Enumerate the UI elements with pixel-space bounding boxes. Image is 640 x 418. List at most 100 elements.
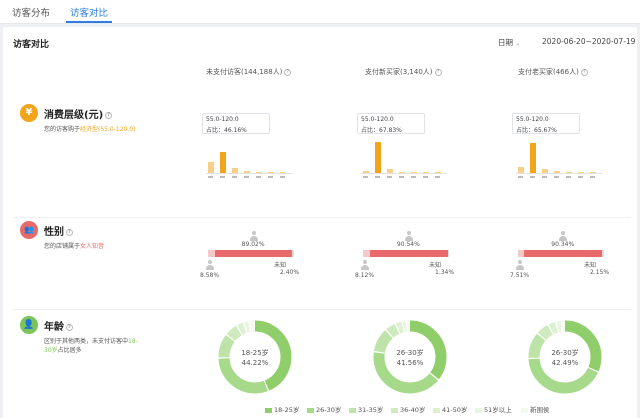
x-tick bbox=[244, 176, 249, 178]
female-icon bbox=[249, 231, 258, 241]
chart-axis bbox=[206, 173, 292, 174]
chart-bar[interactable] bbox=[518, 166, 524, 173]
chart-bar[interactable] bbox=[590, 172, 596, 173]
x-tick bbox=[399, 176, 404, 178]
chart-bar[interactable] bbox=[232, 167, 238, 173]
male-icon bbox=[361, 260, 369, 270]
x-tick bbox=[566, 176, 571, 178]
legend-item[interactable]: 31-35岁 bbox=[349, 404, 383, 414]
row-title-age: 年龄? bbox=[44, 318, 73, 333]
unknown-ratio: 2.15% bbox=[590, 269, 610, 276]
legend-swatch bbox=[265, 407, 272, 413]
chart-axis bbox=[516, 173, 602, 174]
help-icon[interactable]: ? bbox=[580, 68, 588, 76]
legend-item[interactable]: 51岁以上 bbox=[475, 404, 512, 414]
chart-bar[interactable] bbox=[566, 171, 572, 173]
help-icon[interactable]: ? bbox=[284, 68, 292, 76]
legend-item[interactable]: 新围侯 bbox=[521, 404, 550, 414]
chart-bar[interactable] bbox=[530, 142, 536, 173]
tooltip-range: 55.0-120.0 bbox=[206, 116, 239, 123]
x-tick bbox=[363, 176, 368, 178]
tooltip-box: 55.0-120.0 占比：67.83% bbox=[357, 113, 425, 134]
chart-bar[interactable] bbox=[375, 141, 381, 173]
row-desc-age-line1: 区别于其他两类，未支付访客中18- bbox=[44, 338, 138, 345]
chevron-down-icon: ⌄ bbox=[515, 40, 521, 47]
chart-bar[interactable] bbox=[268, 172, 274, 173]
chart-bar[interactable] bbox=[256, 172, 262, 173]
tooltip-box: 55.0-120.0 占比：65.67% bbox=[512, 113, 580, 134]
legend-swatch bbox=[349, 407, 356, 413]
female-bar[interactable] bbox=[524, 250, 603, 257]
male-icon bbox=[516, 260, 524, 270]
legend-item[interactable]: 26-30岁 bbox=[307, 404, 341, 414]
row-title-spending: 消费层级(元)? bbox=[44, 106, 113, 121]
x-tick bbox=[280, 176, 285, 178]
date-mode-select[interactable]: 日期 ⌄ bbox=[498, 37, 520, 48]
female-bar[interactable] bbox=[215, 250, 292, 257]
tooltip-range: 55.0-120.0 bbox=[361, 116, 394, 123]
legend-label: 26-30岁 bbox=[316, 406, 342, 414]
donut-center-label: 18-25岁 bbox=[241, 349, 269, 357]
unknown-bar[interactable] bbox=[291, 250, 294, 257]
chart-bar[interactable] bbox=[411, 172, 417, 173]
legend-label: 31-35岁 bbox=[358, 406, 384, 414]
unknown-label: 未知 bbox=[274, 262, 287, 269]
female-bar[interactable] bbox=[369, 250, 448, 257]
help-icon[interactable]: ? bbox=[66, 323, 73, 331]
tab-bar: 访客分布 访客对比 bbox=[0, 0, 640, 24]
x-tick bbox=[554, 176, 559, 178]
donut-center-label: 26-30岁 bbox=[551, 349, 579, 357]
chart-bar[interactable] bbox=[435, 172, 441, 173]
people-icon: 👥 bbox=[20, 221, 38, 239]
male-ratio: 8.12% bbox=[355, 272, 375, 279]
legend-label: 51岁以上 bbox=[484, 406, 512, 414]
x-tick bbox=[220, 176, 225, 178]
unknown-bar[interactable] bbox=[447, 250, 449, 257]
legend-swatch bbox=[521, 407, 528, 413]
legend-item[interactable]: 18-25岁 bbox=[265, 404, 299, 414]
legend-label: 36-40岁 bbox=[400, 406, 426, 414]
x-tick bbox=[208, 176, 213, 178]
chart-bar[interactable] bbox=[399, 171, 405, 173]
male-bar[interactable] bbox=[363, 250, 370, 257]
help-icon[interactable]: ? bbox=[105, 111, 113, 119]
divider bbox=[13, 217, 631, 218]
chart-bar[interactable] bbox=[578, 172, 584, 173]
column-header-unpaid: 未支付访客(144,188人)? bbox=[206, 67, 292, 77]
chart-bar[interactable] bbox=[220, 151, 226, 173]
help-icon[interactable]: ? bbox=[434, 68, 442, 76]
x-tick bbox=[542, 176, 547, 178]
row-title-gender: 性别? bbox=[44, 223, 73, 238]
male-icon bbox=[206, 260, 214, 270]
row-desc-spending: 您的访客购于经济型(55.0-120.0) bbox=[44, 126, 136, 133]
help-icon[interactable]: ? bbox=[66, 228, 73, 236]
donut-center-value: 44.22% bbox=[241, 359, 269, 367]
female-icon bbox=[559, 231, 568, 241]
chart-bar[interactable] bbox=[280, 172, 286, 173]
chart-bar[interactable] bbox=[554, 171, 560, 173]
column-header-new-buyers: 支付新买家(3,140人)? bbox=[365, 67, 442, 77]
divider bbox=[13, 309, 631, 310]
tooltip-ratio: 占比：46.16% bbox=[206, 127, 247, 134]
chart-bar[interactable] bbox=[208, 162, 214, 173]
chart-bar[interactable] bbox=[542, 168, 548, 173]
donut-center-value: 41.56% bbox=[396, 359, 424, 367]
male-bar[interactable] bbox=[208, 250, 216, 257]
chart-bar[interactable] bbox=[423, 172, 429, 173]
unknown-bar[interactable] bbox=[602, 250, 604, 257]
male-ratio: 7.51% bbox=[510, 272, 530, 279]
tab-visitor-distribution[interactable]: 访客分布 bbox=[12, 5, 50, 19]
x-tick bbox=[578, 176, 583, 178]
person-icon: 👤 bbox=[20, 316, 38, 334]
unknown-ratio: 2.40% bbox=[280, 269, 300, 276]
chart-bar[interactable] bbox=[387, 169, 393, 173]
chart-bar[interactable] bbox=[244, 170, 250, 173]
legend-item[interactable]: 36-40岁 bbox=[391, 404, 425, 414]
x-tick bbox=[518, 176, 523, 178]
tab-visitor-compare[interactable]: 访客对比 bbox=[70, 5, 108, 19]
tooltip-ratio: 占比：65.67% bbox=[516, 127, 557, 134]
chart-bar[interactable] bbox=[363, 170, 369, 173]
legend-item[interactable]: 41-50岁 bbox=[433, 404, 467, 414]
x-tick bbox=[590, 176, 595, 178]
x-tick bbox=[268, 176, 273, 178]
